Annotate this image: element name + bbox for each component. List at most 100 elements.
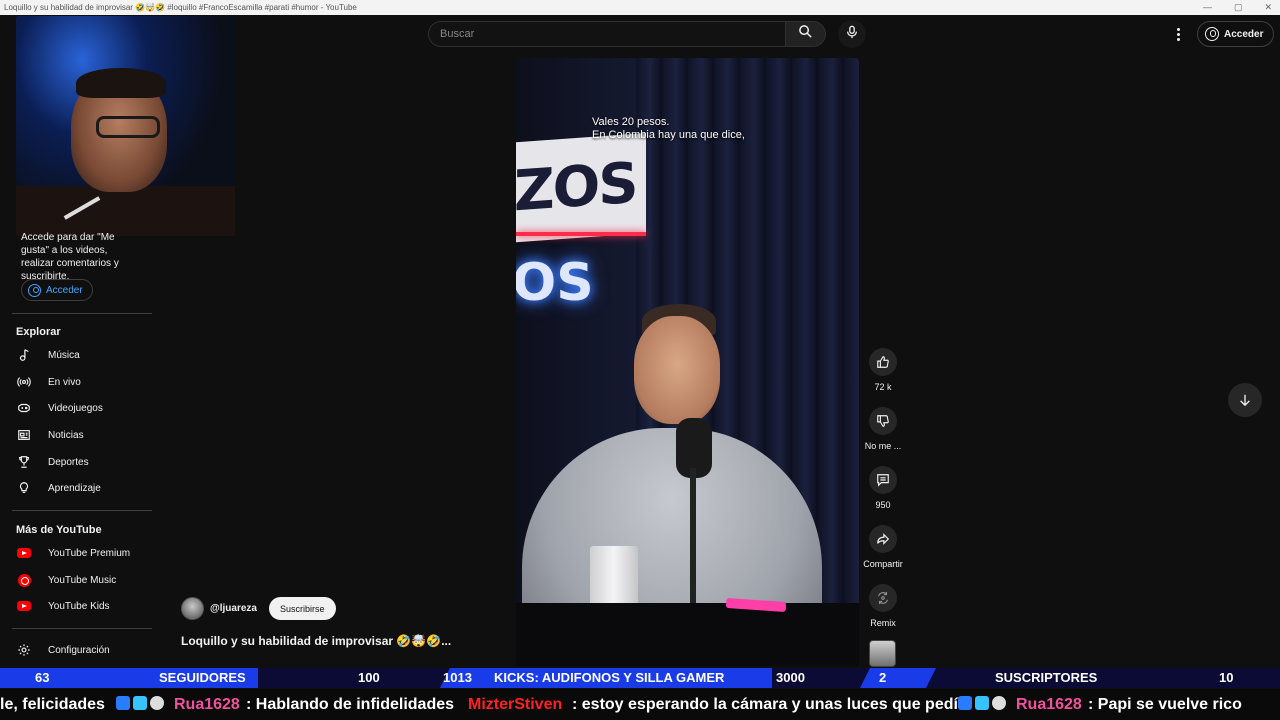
sidebar-item-youtube-premium[interactable]: YouTube Premium (16, 541, 156, 565)
sidebar-signin-button[interactable]: Acceder (21, 279, 93, 301)
badge-icon (958, 696, 972, 710)
share-button[interactable] (869, 525, 897, 553)
thumbs-up-icon (877, 356, 889, 368)
dislike-button[interactable] (869, 407, 897, 435)
kicks-label: KICKS: AUDIFONOS Y SILLA GAMER (494, 670, 725, 685)
subs-goal-progress (860, 668, 936, 688)
sidebar-item-learning[interactable]: Aprendizaje (16, 476, 156, 500)
channel-info: @ljuareza Suscribirse (181, 597, 336, 620)
search-box[interactable] (428, 21, 786, 47)
microphone-icon (845, 25, 859, 44)
account-icon (1205, 27, 1219, 41)
neon-sign: OS (516, 253, 594, 313)
like-count: 72 k (874, 382, 892, 392)
kicks-goal: 3000 (776, 670, 805, 685)
streamer-webcam-overlay (16, 16, 235, 236)
search-button[interactable] (786, 21, 826, 47)
minimize-icon[interactable]: — (1203, 0, 1212, 15)
followers-goal: 100 (358, 670, 380, 685)
window-title: Loquillo y su habilidad de improvisar 🤣🤯… (4, 3, 357, 12)
newspaper-icon (16, 427, 32, 443)
share-icon (877, 533, 890, 545)
chat-ticker: le, felicidades Rua1628 : Hablando de in… (0, 689, 1280, 720)
subscribe-button[interactable]: Suscribirse (269, 597, 336, 620)
comments-count: 950 (875, 500, 891, 510)
sidebar-item-sports[interactable]: Deportes (16, 450, 156, 474)
signin-prompt-text: Accede para dar "Me gusta" a los videos,… (21, 232, 119, 282)
account-icon (28, 283, 41, 297)
remix-action[interactable]: Remix (862, 584, 904, 628)
dislike-action[interactable]: No me ... (862, 407, 904, 451)
shorts-video-player[interactable]: ZOS OS (516, 58, 859, 666)
chat-badges (116, 689, 167, 720)
like-button[interactable] (869, 348, 897, 376)
followers-label: SEGUIDORES (159, 670, 246, 685)
close-icon[interactable]: ✕ (1264, 0, 1272, 15)
sidebar-item-gaming[interactable]: Videojuegos (16, 396, 156, 420)
share-label: Compartir (863, 559, 903, 569)
youtube-kids-icon (16, 598, 32, 614)
sidebar-item-settings[interactable]: Configuración (16, 638, 156, 662)
window-title-bar: Loquillo y su habilidad de improvisar 🤣🤯… (0, 0, 1280, 15)
chat-message-text: le, felicidades (0, 696, 105, 713)
live-icon (16, 374, 32, 390)
explore-section-title: Explorar (16, 326, 61, 338)
window-controls: — ▢ ✕ (1203, 0, 1272, 15)
maximize-icon[interactable]: ▢ (1234, 0, 1243, 15)
arrow-down-icon (1240, 394, 1250, 407)
sound-thumbnail[interactable] (869, 640, 896, 667)
sidebar-divider (12, 313, 152, 314)
youtube-premium-icon (16, 545, 32, 561)
like-action[interactable]: 72 k (862, 348, 904, 392)
sidebar-item-music[interactable]: Música (16, 343, 156, 367)
channel-handle[interactable]: @ljuareza (210, 603, 257, 614)
search-input[interactable] (440, 28, 785, 40)
gear-icon (16, 642, 32, 658)
sidebar-item-youtube-music[interactable]: YouTube Music (16, 568, 156, 592)
chat-username: Rua1628 (1016, 696, 1082, 713)
badge-icon (150, 696, 164, 710)
search-icon (798, 24, 813, 44)
remix-button[interactable] (869, 584, 897, 612)
youtube-music-icon (16, 572, 32, 588)
video-title[interactable]: Loquillo y su habilidad de improvisar 🤣🤯… (181, 634, 451, 648)
chat-message-text: : estoy esperando la cámara y unas luces… (572, 696, 958, 713)
music-note-icon (16, 347, 32, 363)
chat-username: MizterStiven (468, 696, 563, 713)
kebab-menu-icon (1176, 27, 1180, 31)
gamepad-icon (16, 400, 32, 416)
sidebar-item-live[interactable]: En vivo (16, 370, 156, 394)
comment-icon (877, 474, 889, 487)
comments-button[interactable] (869, 466, 897, 494)
sidebar-divider (12, 628, 152, 629)
channel-avatar[interactable] (181, 597, 204, 620)
comments-action[interactable]: 950 (862, 466, 904, 510)
chat-badges (958, 689, 1009, 720)
sidebar-divider (12, 510, 152, 511)
badge-icon (975, 696, 989, 710)
followers-current: 63 (35, 670, 50, 685)
badge-icon (992, 696, 1006, 710)
subs-goal: 10 (1219, 670, 1234, 685)
voice-search-button[interactable] (838, 20, 866, 48)
badge-icon (116, 696, 130, 710)
remix-label: Remix (870, 618, 896, 628)
stream-goals-bar: 63 SEGUIDORES 100 1013 KICKS: AUDIFONOS … (0, 668, 1280, 688)
kicks-current: 1013 (443, 670, 472, 685)
badge-icon (133, 696, 147, 710)
subs-label: SUSCRIPTORES (995, 670, 1098, 685)
subs-current: 2 (879, 670, 887, 685)
next-video-button[interactable] (1228, 383, 1262, 417)
more-options-button[interactable] (1170, 24, 1186, 44)
lightbulb-icon (16, 480, 32, 496)
chat-message-text: : Hablando de infidelidades (246, 696, 455, 713)
sidebar-item-news[interactable]: Noticias (16, 423, 156, 447)
thumbs-down-icon (877, 415, 889, 427)
more-youtube-section-title: Más de YouTube (16, 524, 102, 536)
share-action[interactable]: Compartir (862, 525, 904, 569)
trophy-icon (16, 454, 32, 470)
sidebar-item-youtube-kids[interactable]: YouTube Kids (16, 594, 156, 618)
video-caption: Vales 20 pesos. En Colombia hay una que … (592, 116, 745, 141)
chat-username: Rua1628 (174, 696, 240, 713)
header-signin-button[interactable]: Acceder (1197, 21, 1275, 47)
